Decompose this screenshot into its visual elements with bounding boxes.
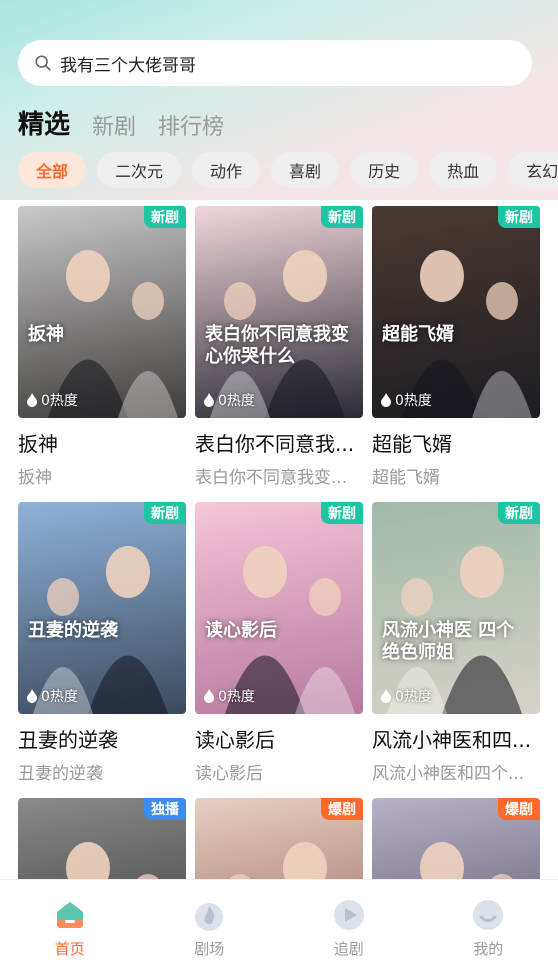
drama-card[interactable]: 超能飞婿 新剧 0热度 超能飞婿 超能飞婿 bbox=[372, 206, 540, 488]
drama-card[interactable]: 读心影后 新剧 0热度 读心影后 读心影后 bbox=[195, 502, 363, 784]
drama-tag-badge: 新剧 bbox=[321, 502, 363, 524]
heat-count: 0热度 bbox=[380, 390, 432, 410]
chip-passion[interactable]: 热血 bbox=[429, 152, 498, 188]
top-tabs: 精选 新剧 排行榜 bbox=[18, 104, 224, 141]
poster-title-art: 丑妻的逆袭 bbox=[28, 620, 118, 641]
drama-tag-badge: 爆剧 bbox=[321, 798, 363, 820]
flame-icon bbox=[381, 393, 391, 407]
drama-poster[interactable]: 扳神 新剧 0热度 bbox=[18, 206, 186, 418]
drama-tag-badge: 新剧 bbox=[498, 206, 540, 228]
search-bar[interactable]: 我有三个大佬哥哥 bbox=[18, 40, 532, 86]
drama-poster[interactable]: 超能飞婿 新剧 0热度 bbox=[372, 206, 540, 418]
drama-card[interactable]: 扳神 新剧 0热度 扳神 扳神 bbox=[18, 206, 186, 488]
heat-count: 0热度 bbox=[26, 686, 78, 706]
nav-label-theater: 剧场 bbox=[194, 940, 225, 958]
heat-count: 0热度 bbox=[26, 390, 78, 410]
drama-poster[interactable]: 读心影后 新剧 0热度 bbox=[195, 502, 363, 714]
drama-tag-badge: 新剧 bbox=[144, 502, 186, 524]
poster-title-art: 扳神 bbox=[28, 324, 64, 345]
drama-title[interactable]: 扳神 bbox=[18, 428, 186, 457]
chip-all[interactable]: 全部 bbox=[18, 152, 87, 188]
tab-featured[interactable]: 精选 bbox=[18, 104, 70, 141]
drama-subtitle: 扳神 bbox=[18, 468, 52, 488]
poster-title-art: 超能飞婿 bbox=[382, 324, 454, 345]
heat-count: 0热度 bbox=[203, 686, 255, 706]
drama-subtitle: 超能飞婿 bbox=[372, 468, 440, 488]
drama-tag-badge: 新剧 bbox=[144, 206, 186, 228]
drama-poster[interactable]: 风流小神医 四个绝色师姐 新剧 0热度 bbox=[372, 502, 540, 714]
heat-value: 0热度 bbox=[218, 393, 255, 409]
poster-figure-art bbox=[402, 250, 532, 418]
poster-figure-art bbox=[387, 546, 522, 714]
drama-tag-badge: 独播 bbox=[144, 798, 186, 820]
flame-icon bbox=[27, 689, 37, 703]
drama-subtitle: 丑妻的逆袭 bbox=[18, 764, 103, 784]
heat-value: 0热度 bbox=[395, 689, 432, 705]
poster-figure-art bbox=[48, 250, 178, 418]
drama-poster[interactable]: 丑妻的逆袭 新剧 0热度 bbox=[18, 502, 186, 714]
poster-figure-art bbox=[210, 250, 345, 418]
drama-card[interactable]: 风流小神医 四个绝色师姐 新剧 0热度风流小神医和四... 风流小神医和四个... bbox=[372, 502, 540, 784]
chip-history[interactable]: 历史 bbox=[350, 152, 419, 188]
drama-card[interactable]: 丑妻的逆袭 新剧 0热度 丑妻的逆袭 丑妻的逆袭 bbox=[18, 502, 186, 784]
poster-figure-art bbox=[225, 546, 355, 714]
heat-count: 0热度 bbox=[203, 390, 255, 410]
search-placeholder: 我有三个大佬哥哥 bbox=[60, 55, 196, 76]
chip-action[interactable]: 动作 bbox=[192, 152, 261, 188]
heat-value: 0热度 bbox=[41, 689, 78, 705]
drama-subtitle: 读心影后 bbox=[195, 764, 263, 784]
flame-icon bbox=[204, 393, 214, 407]
drama-title[interactable]: 风流小神医和四... bbox=[372, 724, 540, 753]
category-chips: 全部 二次元 动作 喜剧 历史 热血 玄幻 bbox=[18, 152, 558, 188]
nav-home[interactable]: 首页 bbox=[20, 898, 120, 959]
drama-tag-badge: 新剧 bbox=[321, 206, 363, 228]
drama-title[interactable]: 表白你不同意我... bbox=[195, 428, 363, 457]
poster-title-art: 表白你不同意我变心你哭什么 bbox=[205, 324, 349, 367]
poster-figure-art bbox=[33, 546, 168, 714]
drama-subtitle: 风流小神医和四个... bbox=[372, 764, 525, 784]
nav-follow[interactable]: 追剧 bbox=[299, 898, 399, 959]
nav-label-home: 首页 bbox=[54, 940, 85, 958]
heat-value: 0热度 bbox=[395, 393, 432, 409]
nav-profile[interactable]: 我的 bbox=[438, 898, 538, 959]
tab-new[interactable]: 新剧 bbox=[92, 109, 136, 141]
nav-label-follow: 追剧 bbox=[333, 940, 364, 958]
home-icon bbox=[56, 902, 83, 928]
poster-title-art: 风流小神医 四个绝色师姐 bbox=[382, 620, 515, 663]
flame-icon bbox=[204, 689, 214, 703]
drama-tag-badge: 新剧 bbox=[498, 502, 540, 524]
nav-theater[interactable]: 剧场 bbox=[159, 898, 259, 959]
poster-title-art: 读心影后 bbox=[205, 620, 277, 641]
chip-anime[interactable]: 二次元 bbox=[97, 152, 182, 188]
heat-value: 0热度 bbox=[41, 393, 78, 409]
drama-title[interactable]: 读心影后 bbox=[195, 724, 363, 753]
tab-ranking[interactable]: 排行榜 bbox=[158, 109, 224, 141]
drama-tag-badge: 爆剧 bbox=[498, 798, 540, 820]
profile-icon bbox=[473, 900, 504, 930]
heat-count: 0热度 bbox=[380, 686, 432, 706]
flame-icon bbox=[27, 393, 37, 407]
chip-fantasy[interactable]: 玄幻 bbox=[508, 152, 558, 188]
play-icon bbox=[333, 900, 364, 930]
theater-icon bbox=[195, 903, 224, 931]
drama-poster[interactable]: 表白你不同意我变心你哭什么 新剧 0热度 bbox=[195, 206, 363, 418]
chip-comedy[interactable]: 喜剧 bbox=[271, 152, 340, 188]
nav-label-profile: 我的 bbox=[473, 940, 504, 958]
search-icon bbox=[35, 55, 51, 71]
bottom-nav: 首页 剧场 追剧 我的 bbox=[0, 880, 558, 970]
flame-icon bbox=[381, 689, 391, 703]
drama-subtitle: 表白你不同意我变... bbox=[195, 468, 348, 488]
drama-card[interactable]: 表白你不同意我变心你哭什么 新剧 0热度表白你不同意我... 表白你不同意我变... bbox=[195, 206, 363, 488]
drama-title[interactable]: 丑妻的逆袭 bbox=[18, 724, 186, 753]
drama-title[interactable]: 超能飞婿 bbox=[372, 428, 540, 457]
heat-value: 0热度 bbox=[218, 689, 255, 705]
